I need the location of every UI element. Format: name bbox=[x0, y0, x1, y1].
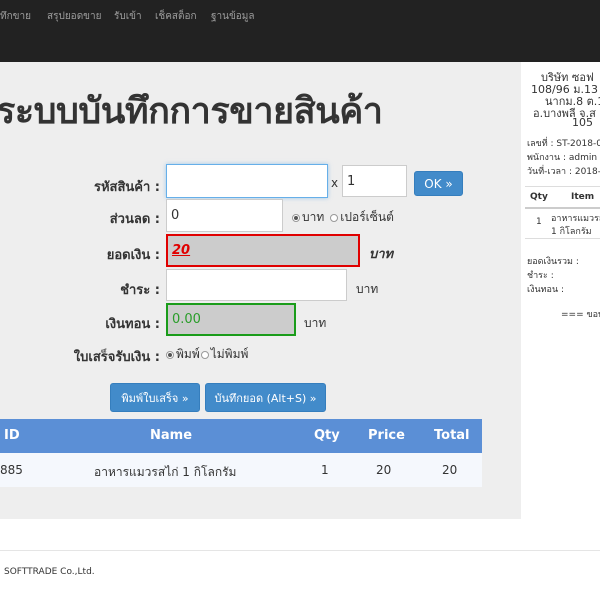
cell-total: 20 bbox=[442, 463, 458, 477]
nav-item-check-stock[interactable]: เช็คสต็อก bbox=[155, 9, 197, 24]
col-header-id: ID bbox=[4, 428, 20, 443]
sales-table-header: ID Name Qty Price Total bbox=[0, 419, 482, 453]
receipt-divider bbox=[525, 207, 600, 209]
change-label: เงินทอน : bbox=[105, 317, 160, 332]
receipt-option-label: ใบเสร็จรับเงิน : bbox=[73, 350, 160, 365]
radio-no-print-label: ไม่พิมพ์ bbox=[210, 347, 249, 361]
product-code-input[interactable] bbox=[166, 164, 328, 198]
top-navbar: ทึกขาย สรุปยอดขาย รับเข้า เช็คสต็อก ฐานข… bbox=[0, 0, 600, 62]
discount-input[interactable]: 0 bbox=[166, 199, 283, 232]
quantity-input[interactable]: 1 bbox=[342, 165, 407, 197]
total-display: 20 bbox=[166, 234, 360, 267]
change-display: 0.00 bbox=[166, 303, 296, 336]
pay-unit: บาท bbox=[356, 282, 379, 296]
radio-baht[interactable] bbox=[292, 213, 300, 222]
nav-item-sales-record[interactable]: ทึกขาย bbox=[0, 9, 31, 24]
receipt-datetime: วันที่-เวลา : 2018-0 bbox=[527, 167, 600, 177]
ok-button[interactable]: OK » bbox=[414, 171, 463, 196]
col-header-price: Price bbox=[368, 428, 405, 443]
nav-item-receive[interactable]: รับเข้า bbox=[114, 9, 142, 24]
radio-percent-label: เปอร์เซ็นต์ bbox=[340, 210, 394, 224]
receipt-col-qty: Qty bbox=[530, 192, 548, 202]
footer-divider bbox=[0, 550, 600, 551]
radio-print-label: พิมพ์ bbox=[176, 347, 200, 361]
radio-baht-label: บาท bbox=[302, 210, 325, 224]
total-label: ยอดเงิน : bbox=[106, 248, 160, 263]
receipt-staff: พนักงาน : admin bbox=[527, 153, 598, 163]
nav-item-database[interactable]: ฐานข้อมูล bbox=[211, 9, 255, 24]
change-unit: บาท bbox=[304, 316, 327, 330]
radio-print[interactable] bbox=[166, 350, 174, 359]
receipt-divider bbox=[525, 186, 600, 187]
receipt-item-name-1: อาหารแมวรส bbox=[551, 214, 600, 224]
pay-input[interactable] bbox=[166, 269, 347, 301]
receipt-print-radio-group: พิมพ์ ไม่พิมพ์ bbox=[166, 345, 248, 364]
cell-price: 20 bbox=[376, 463, 392, 477]
receipt-doc-no: เลขที่ : ST-2018-0 bbox=[527, 139, 600, 149]
save-total-button[interactable]: บันทึกยอด (Alt+S) » bbox=[205, 383, 326, 412]
multiply-sign: x bbox=[331, 176, 339, 190]
cell-id: 885 bbox=[0, 463, 23, 477]
print-receipt-button[interactable]: พิมพ์ใบเสร็จ » bbox=[110, 383, 200, 412]
cell-name: อาหารแมวรสไก่ 1 กิโลกรัม bbox=[94, 465, 237, 479]
receipt-thanks: === ขอบค bbox=[561, 310, 600, 320]
receipt-preview: บริษัท ซอฟ 108/96 ม.13 เ นากม.8 ต.1 อ.บา… bbox=[521, 62, 600, 462]
radio-no-print[interactable] bbox=[200, 350, 209, 359]
radio-percent[interactable] bbox=[330, 213, 339, 222]
receipt-divider bbox=[525, 238, 600, 239]
total-unit: บาท bbox=[369, 247, 394, 262]
nav-item-sales-summary[interactable]: สรุปยอดขาย bbox=[47, 9, 102, 24]
col-header-qty: Qty bbox=[314, 428, 340, 443]
receipt-pay-label: ชำระ : bbox=[527, 271, 554, 281]
receipt-item-qty: 1 bbox=[536, 217, 542, 227]
col-header-total: Total bbox=[434, 428, 470, 443]
receipt-address-4: 105 bbox=[572, 116, 593, 129]
discount-type-radio-group: บาท เปอร์เซ็นต์ bbox=[292, 208, 394, 227]
col-header-name: Name bbox=[150, 428, 193, 443]
discount-label: ส่วนลด : bbox=[109, 212, 160, 227]
receipt-col-item: Item bbox=[571, 192, 595, 202]
receipt-item-name-2: 1 กิโลกรัม bbox=[551, 227, 592, 237]
footer-copyright: SOFTTRADE Co.,Ltd. bbox=[4, 567, 95, 577]
table-row[interactable]: 885 อาหารแมวรสไก่ 1 กิโลกรัม 1 20 20 bbox=[0, 453, 482, 487]
product-code-label: รหัสสินค้า : bbox=[93, 180, 160, 195]
cell-qty: 1 bbox=[321, 463, 329, 477]
pay-label: ชำระ : bbox=[120, 283, 160, 298]
page-title: ระบบบันทึกการขายสินค้า bbox=[0, 91, 383, 132]
receipt-change-label: เงินทอน : bbox=[527, 285, 565, 295]
receipt-sum-label: ยอดเงินรวม : bbox=[527, 257, 579, 267]
